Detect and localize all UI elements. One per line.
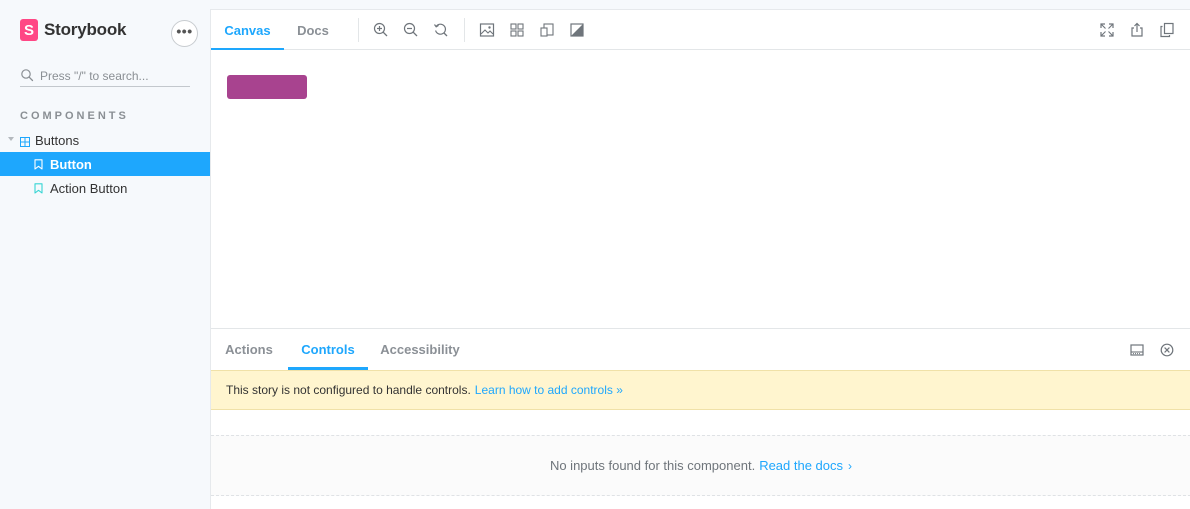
preview-toolbar: Canvas Docs — [211, 10, 1190, 51]
story-item-button[interactable]: Button — [0, 152, 210, 176]
toolbar-divider — [358, 18, 359, 42]
sidebar: S Storybook ••• COMPONENTS Buttons Butto… — [0, 0, 210, 509]
ellipsis-icon: ••• — [176, 23, 193, 39]
search-box[interactable] — [20, 65, 190, 87]
story-item-label: Button — [50, 156, 92, 172]
search-icon — [20, 68, 35, 83]
tab-docs[interactable]: Docs — [284, 10, 342, 50]
story-item-label: Action Button — [50, 180, 128, 196]
grid-icon[interactable] — [509, 22, 525, 38]
fullscreen-icon[interactable] — [1099, 22, 1115, 38]
addon-tabs: Actions Controls Accessibility — [211, 329, 1190, 370]
controls-notice: This story is not configured to handle c… — [211, 370, 1190, 410]
tab-controls[interactable]: Controls — [288, 329, 368, 370]
storybook-logo-icon: S — [20, 19, 38, 41]
brand-name: Storybook — [44, 20, 127, 39]
addons-panel: Actions Controls Accessibility This stor… — [211, 328, 1190, 509]
share-icon[interactable] — [1129, 22, 1145, 38]
tree-group-buttons[interactable]: Buttons — [0, 128, 210, 152]
copy-icon[interactable] — [1159, 22, 1175, 38]
sidebar-menu-button[interactable]: ••• — [171, 20, 198, 47]
learn-controls-link[interactable]: Learn how to add controls » — [475, 383, 623, 397]
story-canvas — [211, 50, 1190, 328]
panel-position-icon[interactable] — [1129, 342, 1145, 358]
story-preview-button[interactable] — [227, 75, 307, 99]
brand[interactable]: S Storybook — [20, 19, 126, 41]
bookmark-icon — [34, 182, 43, 197]
tab-canvas[interactable]: Canvas — [211, 10, 284, 51]
close-icon[interactable] — [1159, 342, 1175, 358]
component-icon — [20, 135, 30, 150]
story-item-action-button[interactable]: Action Button — [0, 176, 210, 200]
read-docs-link[interactable]: Read the docs — [759, 458, 843, 473]
notice-text: This story is not configured to handle c… — [226, 383, 471, 397]
viewport-icon[interactable] — [539, 22, 555, 38]
tab-actions[interactable]: Actions — [211, 329, 287, 370]
zoom-out-icon[interactable] — [403, 22, 419, 38]
zoom-reset-icon[interactable] — [433, 22, 449, 38]
search-input[interactable] — [40, 68, 185, 83]
background-icon[interactable] — [479, 22, 495, 38]
caret-down-icon — [8, 137, 14, 141]
section-title-components: COMPONENTS — [20, 110, 129, 122]
contrast-icon[interactable] — [569, 22, 585, 38]
tree-group-label: Buttons — [35, 132, 80, 148]
zoom-in-icon[interactable] — [373, 22, 389, 38]
tab-accessibility[interactable]: Accessibility — [371, 329, 469, 370]
empty-state: No inputs found for this component. Read… — [211, 435, 1190, 496]
empty-state-text: No inputs found for this component. — [549, 458, 756, 473]
main-panel: Canvas Docs Actions Controls Accessibili… — [210, 9, 1190, 509]
chevron-right-icon: › — [848, 458, 853, 473]
bookmark-icon — [34, 158, 43, 173]
toolbar-divider — [464, 18, 465, 42]
